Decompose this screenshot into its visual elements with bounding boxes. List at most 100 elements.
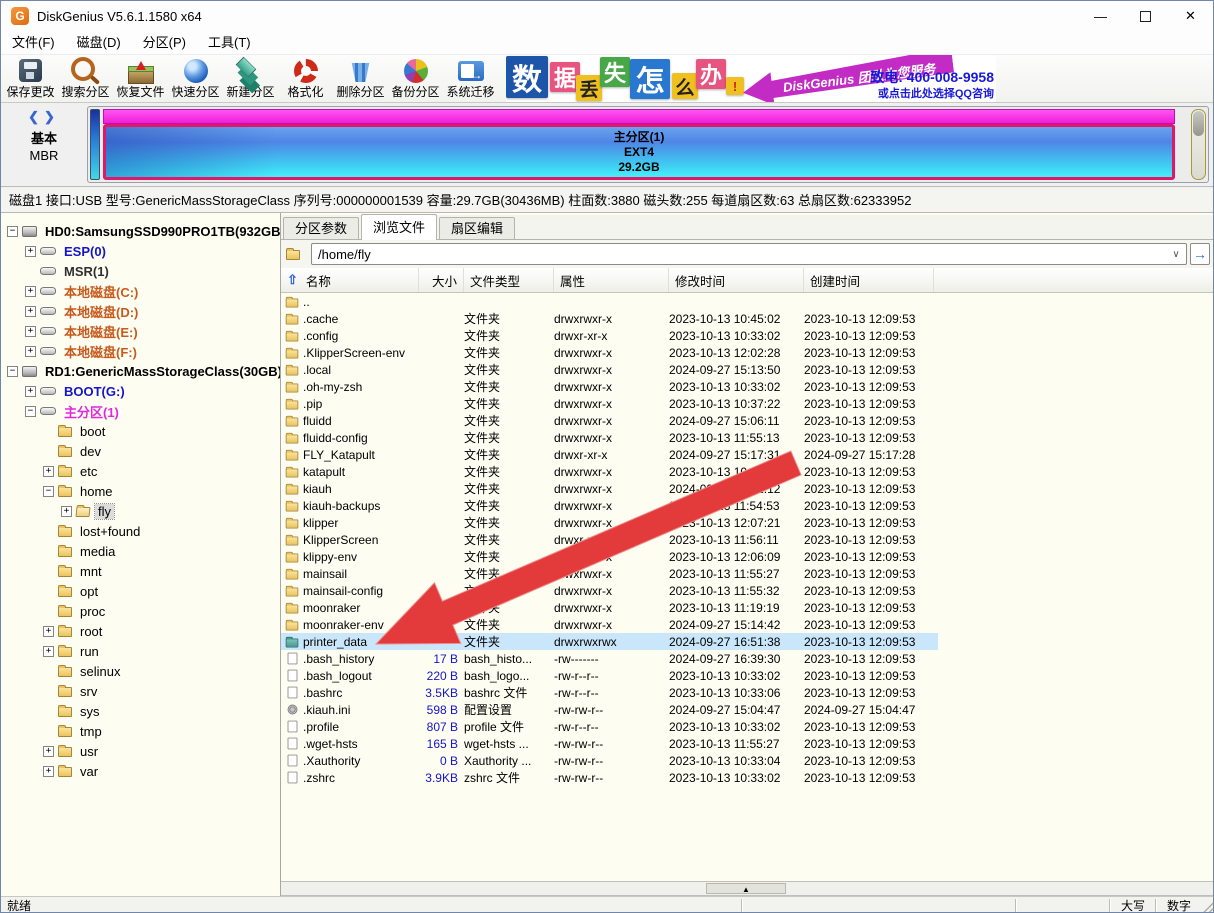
tree-item-boot[interactable]: boot [1,421,280,441]
expander-plus-icon[interactable]: + [43,746,54,757]
expander-minus-icon[interactable]: − [7,366,18,377]
expander-plus-icon[interactable]: + [43,646,54,657]
tree-item-rd1-genericmassstorageclass-30gb-[interactable]: −RD1:GenericMassStorageClass(30GB) [1,361,280,381]
tree-item-fly[interactable]: +fly [1,501,280,521]
disk-full-strip[interactable] [103,109,1175,124]
file-row-moonraker-env[interactable]: moonraker-env文件夹drwxrwxr-x2024-09-27 15:… [281,616,938,633]
tree-item-esp-0-[interactable]: +ESP(0) [1,241,280,261]
tree-item-usr[interactable]: +usr [1,741,280,761]
tree-item-root[interactable]: +root [1,621,280,641]
expander-minus-icon[interactable]: − [25,406,36,417]
tree-item--e-[interactable]: +本地磁盘(E:) [1,321,280,341]
file-row--bashrc[interactable]: .bashrc3.5KBbashrc 文件-rw-r--r--2023-10-1… [281,684,938,701]
search-partition-button[interactable]: 搜索分区 [58,55,113,103]
expander-minus-icon[interactable]: − [43,486,54,497]
file-row--kiauh-ini[interactable]: .kiauh.ini598 B配置设置-rw-rw-r--2024-09-27 … [281,701,938,718]
prev-disk-icon[interactable]: ❮ [28,109,44,124]
file-row-klipperscreen[interactable]: KlipperScreen文件夹drwxr-xr-x2023-10-13 11:… [281,531,938,548]
tab-2[interactable]: 扇区编辑 [439,217,515,239]
save-changes-button[interactable]: 保存更改 [3,55,58,103]
tree-item--d-[interactable]: +本地磁盘(D:) [1,301,280,321]
tree-item-etc[interactable]: +etc [1,461,280,481]
file-row-fly_katapult[interactable]: FLY_Katapult文件夹drwxr-xr-x2024-09-27 15:1… [281,446,938,463]
tree-item-run[interactable]: +run [1,641,280,661]
column-header-size[interactable]: 大小 [419,268,464,292]
file-row--profile[interactable]: .profile807 Bprofile 文件-rw-r--r--2023-10… [281,718,938,735]
column-header-attr[interactable]: 属性 [554,268,669,292]
expander-plus-icon[interactable]: + [25,346,36,357]
partition-block[interactable]: 主分区(1) EXT4 29.2GB [103,124,1175,180]
file-row--klipperscreen-env[interactable]: .KlipperScreen-env文件夹drwxrwxr-x2023-10-1… [281,344,938,361]
tree-item-srv[interactable]: srv [1,681,280,701]
file-row--bash_history[interactable]: .bash_history17 Bbash_histo...-rw-------… [281,650,938,667]
file-row--oh-my-zsh[interactable]: .oh-my-zsh文件夹drwxrwxr-x2023-10-13 10:33:… [281,378,938,395]
expander-plus-icon[interactable]: + [25,286,36,297]
scroll-collapse-button[interactable]: ▲ [706,883,786,894]
file-row-kiauh-backups[interactable]: kiauh-backups文件夹drwxrwxr-x2023-10-13 11:… [281,497,938,514]
delete-partition-button[interactable]: 删除分区 [333,55,388,103]
partition-map-scrollbar[interactable] [1191,109,1206,180]
file-row-klippy-env[interactable]: klippy-env文件夹drwxrwxr-x2023-10-13 12:06:… [281,548,938,565]
expander-plus-icon[interactable]: + [43,626,54,637]
tree-item-lost-found[interactable]: lost+found [1,521,280,541]
file-row-kiauh[interactable]: kiauh文件夹drwxrwxr-x2024-09-27 15:01:12202… [281,480,938,497]
expander-minus-icon[interactable]: − [7,226,18,237]
file-row--config[interactable]: .config文件夹drwxr-xr-x2023-10-13 10:33:022… [281,327,938,344]
file-row-katapult[interactable]: katapult文件夹drwxrwxr-x2023-10-13 10:40:44… [281,463,938,480]
quick-partition-button[interactable]: 快速分区 [168,55,223,103]
file-row--local[interactable]: .local文件夹drwxrwxr-x2024-09-27 15:13:5020… [281,361,938,378]
expander-plus-icon[interactable]: + [43,466,54,477]
tree-item-tmp[interactable]: tmp [1,721,280,741]
expander-plus-icon[interactable]: + [25,326,36,337]
tab-1[interactable]: 浏览文件 [361,214,437,240]
expander-plus-icon[interactable]: + [25,386,36,397]
file-row--[interactable]: .. [281,293,938,310]
tree-item-proc[interactable]: proc [1,601,280,621]
tree-item-var[interactable]: +var [1,761,280,781]
tree-item-selinux[interactable]: selinux [1,661,280,681]
file-row-printer_data[interactable]: printer_data文件夹drwxrwxrwx2024-09-27 16:5… [281,633,938,650]
backup-partition-button[interactable]: 备份分区 [388,55,443,103]
expander-plus-icon[interactable]: + [61,506,72,517]
chevron-down-icon[interactable]: ∨ [1166,249,1186,260]
tree-item--1-[interactable]: −主分区(1) [1,401,280,421]
tree-item--c-[interactable]: +本地磁盘(C:) [1,281,280,301]
tree-item-mnt[interactable]: mnt [1,561,280,581]
expander-plus-icon[interactable]: + [25,306,36,317]
tree-item-hd0-samsungssd990pro1tb-932gb-[interactable]: −HD0:SamsungSSD990PRO1TB(932GB) [1,221,280,241]
tree-item-dev[interactable]: dev [1,441,280,461]
file-row-klipper[interactable]: klipper文件夹drwxrwxr-x2023-10-13 12:07:212… [281,514,938,531]
horizontal-scrollbar[interactable]: ▲ [281,881,1214,896]
next-disk-icon[interactable]: ❯ [44,109,60,124]
tab-0[interactable]: 分区参数 [283,217,359,239]
file-row-moonraker[interactable]: moonraker文件夹drwxrwxr-x2023-10-13 11:19:1… [281,599,938,616]
expander-plus-icon[interactable]: + [25,246,36,257]
column-header-modified[interactable]: 修改时间 [669,268,804,292]
file-row-mainsail-config[interactable]: mainsail-config文件夹drwxrwxr-x2023-10-13 1… [281,582,938,599]
column-header-type[interactable]: 文件类型 [464,268,554,292]
file-row-fluidd[interactable]: fluidd文件夹drwxrwxr-x2024-09-27 15:06:1120… [281,412,938,429]
menu-item-0[interactable]: 文件(F) [1,31,66,55]
maximize-button[interactable] [1123,1,1168,31]
recover-files-button[interactable]: 恢复文件 [113,55,168,103]
file-row-mainsail[interactable]: mainsail文件夹drwxrwxr-x2023-10-13 11:55:27… [281,565,938,582]
menu-item-1[interactable]: 磁盘(D) [66,31,132,55]
tree-item--f-[interactable]: +本地磁盘(F:) [1,341,280,361]
resize-grip[interactable] [1201,899,1214,913]
tree-item-sys[interactable]: sys [1,701,280,721]
menu-item-3[interactable]: 工具(T) [197,31,262,55]
tree-item-opt[interactable]: opt [1,581,280,601]
file-row--pip[interactable]: .pip文件夹drwxrwxr-x2023-10-13 10:37:222023… [281,395,938,412]
menu-item-2[interactable]: 分区(P) [132,31,197,55]
ad-banner[interactable]: 数据丢失怎么办! DiskGenius 团队为您服务 致电: 400-008-9… [506,55,996,102]
path-combobox[interactable]: /home/fly ∨ [311,243,1187,265]
tree-item-home[interactable]: −home [1,481,280,501]
format-button[interactable]: 格式化 [278,55,333,103]
disk-selector-bar[interactable] [90,109,100,180]
file-row--wget-hsts[interactable]: .wget-hsts165 Bwget-hsts ...-rw-rw-r--20… [281,735,938,752]
ad-qq-link[interactable]: 或点击此处选择QQ咨询 [878,85,994,101]
column-header-created[interactable]: 创建时间 [804,268,934,292]
file-row--zshrc[interactable]: .zshrc3.9KBzshrc 文件-rw-rw-r--2023-10-13 … [281,769,938,786]
file-row--xauthority[interactable]: .Xauthority0 BXauthority ...-rw-rw-r--20… [281,752,938,769]
file-row-fluidd-config[interactable]: fluidd-config文件夹drwxrwxr-x2023-10-13 11:… [281,429,938,446]
